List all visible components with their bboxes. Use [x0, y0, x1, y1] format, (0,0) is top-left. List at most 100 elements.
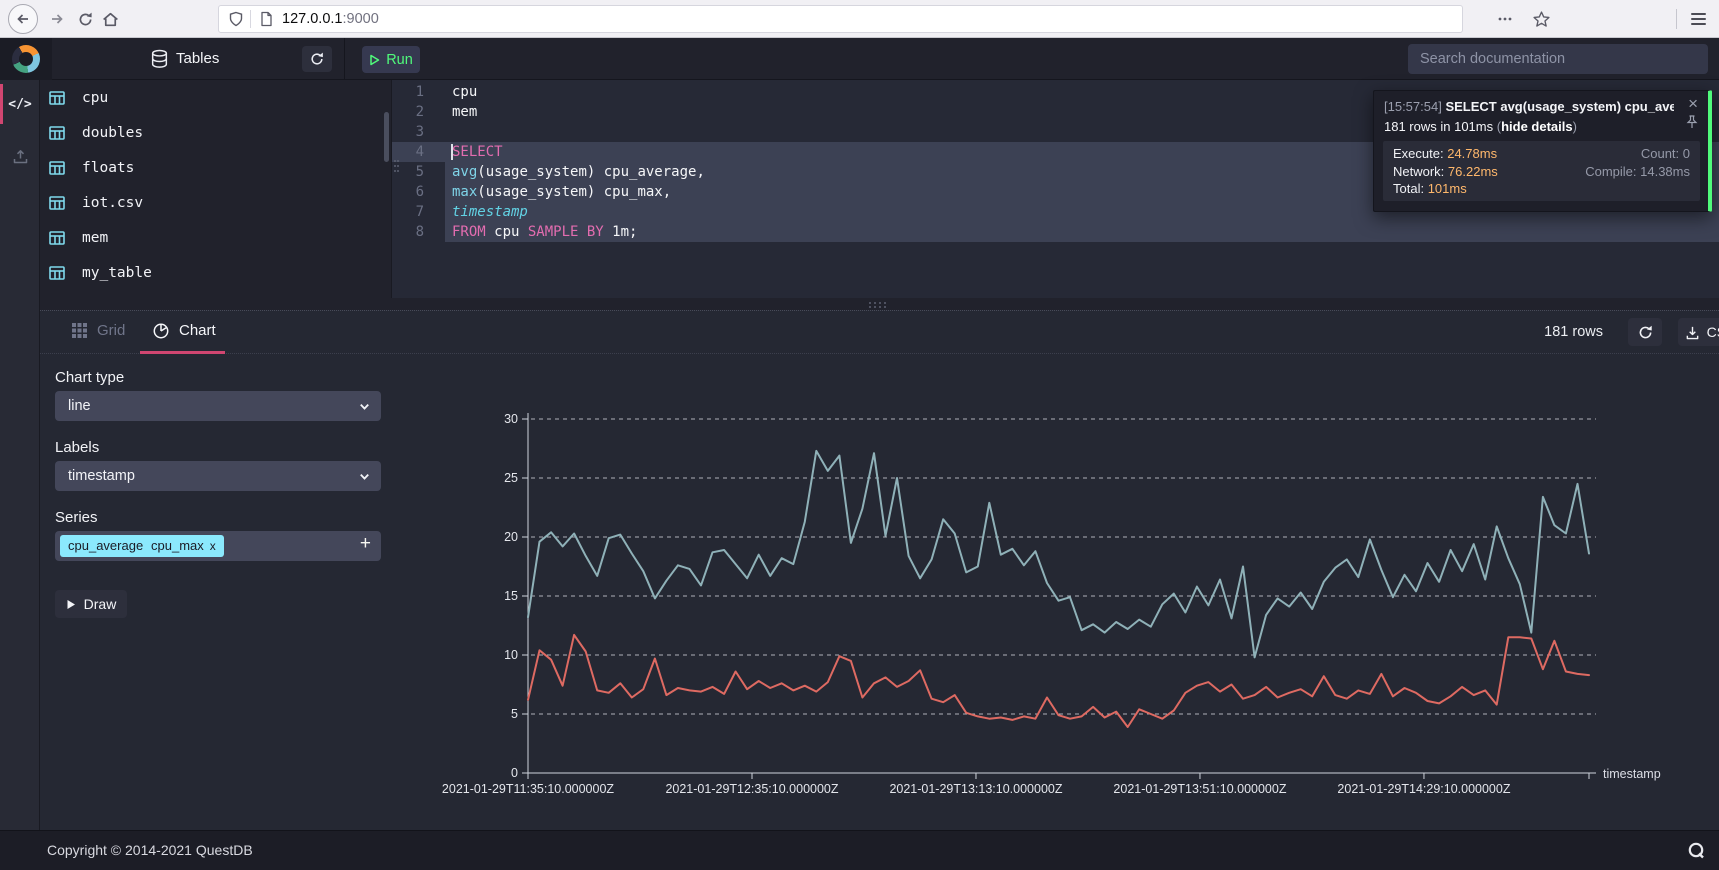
hamburger-menu-button[interactable] — [1691, 4, 1706, 34]
tab-chart[interactable]: Chart — [153, 322, 216, 339]
questdb-footer-mark-icon — [1686, 841, 1706, 861]
back-button[interactable] — [8, 4, 38, 34]
series-input[interactable]: cpu_average x cpu_maxx + — [55, 531, 381, 561]
table-name: floats — [82, 160, 134, 176]
chrome-divider — [1676, 9, 1677, 29]
labels-label: Labels — [55, 439, 99, 456]
line-number: 8 — [392, 222, 445, 242]
line-chart: 0510152025302021-01-29T11:35:10.000000Z2… — [40, 311, 1719, 831]
table-row[interactable]: cpu — [40, 80, 391, 115]
left-rail: </> — [0, 80, 40, 830]
chart-type-select[interactable]: line — [55, 391, 381, 421]
series-tag-label: cpu_average — [68, 538, 143, 553]
bookmark-star-button[interactable] — [1532, 4, 1551, 34]
code-text: mem — [452, 102, 477, 122]
notification-details: Execute: 24.78ms Count: 0 Network: 76.22… — [1383, 141, 1700, 201]
ellipsis-icon — [1496, 10, 1514, 28]
download-csv-button[interactable]: CSV — [1678, 318, 1719, 346]
code-text: cpu — [452, 82, 477, 102]
draw-button[interactable]: Draw — [55, 590, 127, 618]
tables-list: cpu doubles floats iot.csv mem my_table — [40, 80, 392, 298]
editor-caret — [451, 144, 453, 160]
tab-grid[interactable]: Grid — [72, 322, 125, 339]
results-tabbar: Grid Chart 181 rows — [40, 311, 1719, 354]
chevron-down-icon — [358, 400, 371, 413]
table-name: mem — [82, 230, 108, 246]
run-query-button[interactable]: Run — [362, 46, 420, 73]
series-label: Series — [55, 509, 98, 526]
notification-pin-button[interactable] — [1686, 115, 1698, 129]
code-text: timestamp — [452, 202, 528, 222]
table-row[interactable]: doubles — [40, 115, 391, 150]
table-name: iot.csv — [82, 195, 143, 211]
home-button[interactable] — [95, 4, 125, 34]
sidebar-splitter-handle[interactable] — [394, 160, 403, 178]
line-number: 1 — [392, 82, 445, 102]
table-icon — [48, 264, 66, 282]
refresh-tables-button[interactable] — [302, 46, 332, 72]
series-line-cpu_max — [528, 451, 1589, 658]
y-tick-label: 15 — [504, 589, 518, 603]
y-tick-label: 10 — [504, 648, 518, 662]
notification-timestamp: [15:57:54] — [1384, 99, 1442, 114]
notification-close-button[interactable]: × — [1688, 95, 1698, 112]
hamburger-icon — [1691, 10, 1706, 28]
shield-icon[interactable] — [228, 11, 244, 27]
url-bar[interactable]: 127.0.0.1:9000 — [218, 5, 1463, 33]
table-row[interactable]: floats — [40, 150, 391, 185]
search-documentation-input[interactable] — [1408, 44, 1708, 74]
draw-button-label: Draw — [84, 596, 117, 612]
sidebar-scrollbar[interactable] — [384, 112, 389, 162]
table-name: doubles — [82, 125, 143, 141]
page-info-icon[interactable] — [259, 11, 274, 27]
star-icon — [1532, 10, 1551, 29]
overflow-menu-button[interactable] — [1496, 4, 1514, 34]
sql-console-tab[interactable]: </> — [0, 82, 40, 126]
forward-button[interactable] — [42, 4, 72, 34]
chart-type-value: line — [68, 398, 91, 414]
questdb-logo[interactable] — [0, 38, 52, 80]
table-row[interactable]: my_table — [40, 255, 391, 290]
query-result-notification: [15:57:54] SELECT avg(usage_system) cpu_… — [1373, 90, 1712, 212]
y-tick-label: 20 — [504, 530, 518, 544]
y-tick-label: 30 — [504, 412, 518, 426]
series-tag-cpu-max[interactable]: cpu_maxx — [143, 535, 224, 557]
pin-icon — [1686, 115, 1698, 129]
notification-summary: 181 rows in 101ms (hide details) — [1384, 119, 1577, 134]
notification-title: [15:57:54] SELECT avg(usage_system) cpu_… — [1384, 99, 1674, 114]
x-axis-name: timestamp — [1603, 767, 1661, 781]
line-number: 4 — [392, 142, 445, 162]
home-icon — [101, 10, 120, 29]
table-name: cpu — [82, 90, 108, 106]
line-number: 7 — [392, 202, 445, 222]
chevron-down-icon — [358, 470, 371, 483]
table-row[interactable]: mem — [40, 220, 391, 255]
refresh-results-button[interactable] — [1628, 318, 1662, 346]
back-arrow-icon — [14, 10, 32, 28]
add-series-button[interactable]: + — [360, 533, 371, 555]
import-tab[interactable] — [0, 134, 40, 178]
questdb-console-window: 127.0.0.1:9000 Tables — [0, 0, 1719, 870]
active-tab-indicator — [140, 351, 225, 354]
editor-line[interactable]: 8FROM cpu SAMPLE BY 1m; — [392, 222, 1719, 242]
url-host: 127.0.0.1 — [282, 11, 342, 27]
labels-select[interactable]: timestamp — [55, 461, 381, 491]
questdb-logo-icon — [12, 45, 40, 73]
count-stat: Count: 0 — [1641, 145, 1690, 163]
total-stat: Total: 101ms — [1393, 180, 1467, 198]
x-tick-label: 2021-01-29T13:13:10.000000Z — [889, 782, 1062, 796]
tab-chart-label: Chart — [179, 322, 216, 339]
tables-panel-header: Tables — [52, 38, 345, 80]
table-icon — [48, 124, 66, 142]
notification-rows-text: 181 rows in 101ms — [1384, 119, 1497, 134]
x-tick-label: 2021-01-29T14:29:10.000000Z — [1337, 782, 1510, 796]
compile-stat: Compile: 14.38ms — [1585, 163, 1690, 181]
tab-grid-label: Grid — [97, 322, 125, 339]
draw-play-icon — [66, 599, 76, 610]
hide-details-link[interactable]: hide details — [1501, 119, 1573, 134]
remove-series-icon[interactable]: x — [210, 539, 216, 553]
run-play-icon — [369, 54, 380, 66]
table-row[interactable]: iot.csv — [40, 185, 391, 220]
urlbar-divider — [250, 10, 251, 28]
editor-results-splitter-handle[interactable] — [869, 302, 891, 309]
